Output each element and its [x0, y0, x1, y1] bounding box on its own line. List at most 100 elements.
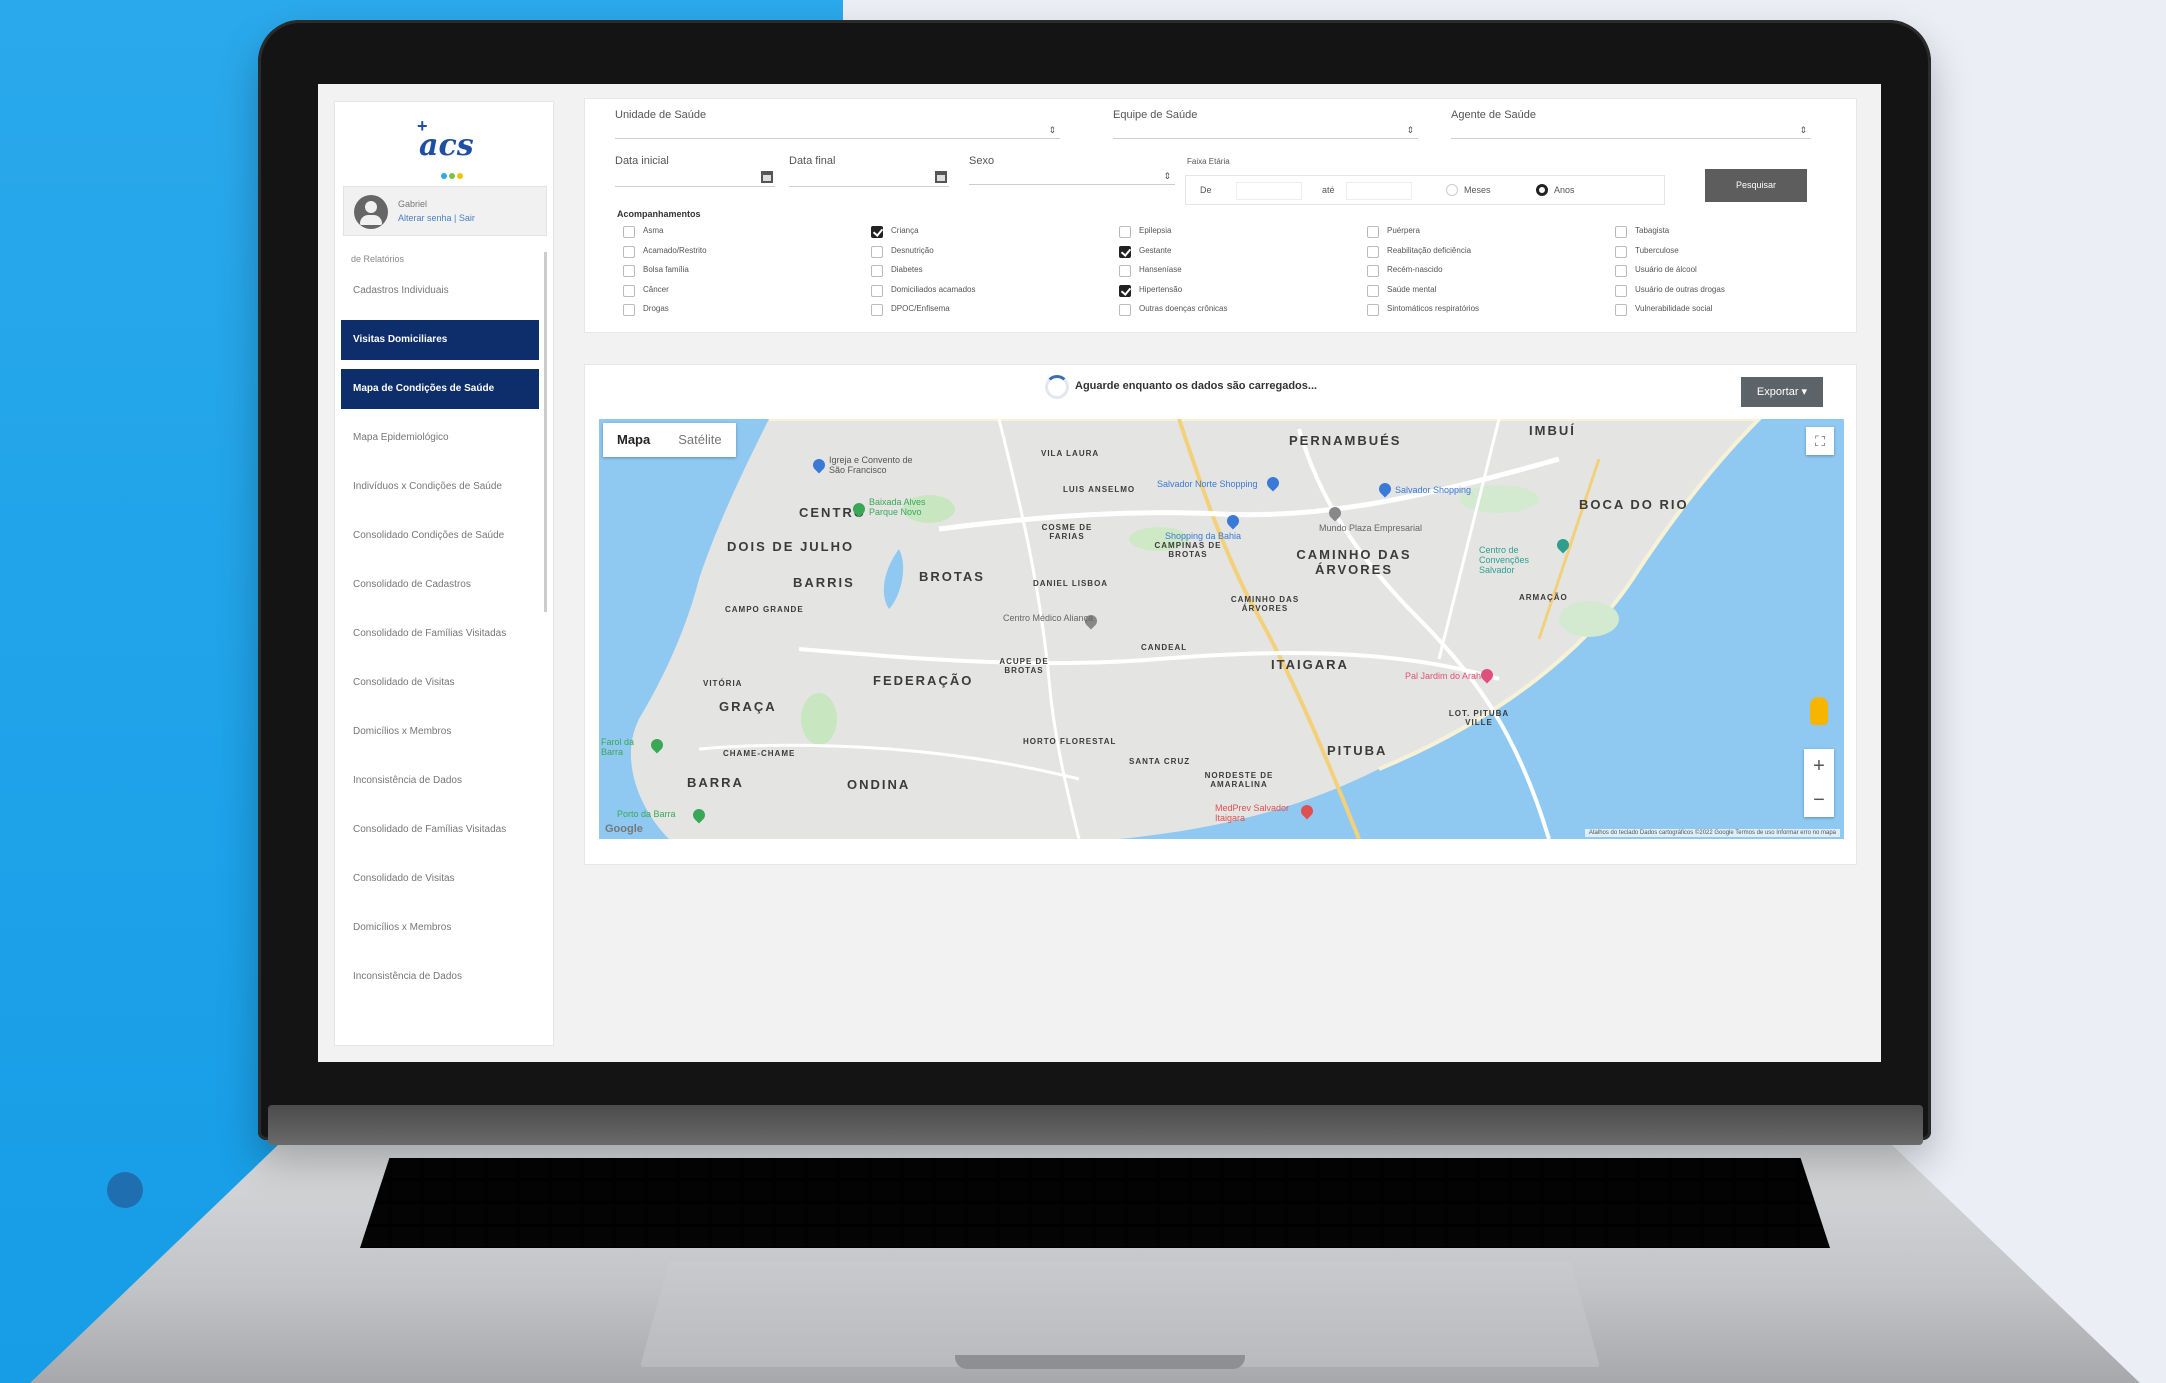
sidebar-scrollbar[interactable]: [544, 252, 547, 612]
acompanhamento-option[interactable]: DPOC/Enfisema: [871, 301, 1111, 321]
acompanhamento-option[interactable]: Diabetes: [871, 262, 1111, 282]
data-final-field[interactable]: [789, 169, 949, 187]
checkbox[interactable]: [1119, 284, 1131, 297]
checkbox[interactable]: [1615, 284, 1627, 297]
checkbox[interactable]: [1367, 265, 1379, 277]
acompanhamento-option[interactable]: Outras doenças crônicas: [1119, 301, 1359, 321]
acompanhamento-option[interactable]: Puérpera: [1367, 223, 1607, 243]
checkbox[interactable]: [871, 284, 883, 297]
acompanhamento-option[interactable]: Criança: [871, 223, 1111, 243]
map-attribution[interactable]: Atalhos do teclado Dados cartográficos ©…: [1584, 829, 1840, 837]
poi-mundo-plaza[interactable]: Mundo Plaza Empresarial: [1319, 523, 1422, 533]
poi-porto-da-barra[interactable]: Porto da Barra: [617, 809, 676, 819]
acompanhamento-option[interactable]: Bolsa família: [623, 262, 863, 282]
agente-select[interactable]: ⇕: [1451, 123, 1811, 139]
checkbox[interactable]: [623, 304, 635, 316]
sidebar-item[interactable]: Mapa Epidemiológico: [341, 418, 539, 458]
data-inicial-field[interactable]: [615, 169, 775, 187]
sidebar-item[interactable]: Inconsistência de Dados: [341, 957, 539, 997]
faixa-ate-input[interactable]: [1346, 182, 1412, 200]
poi-centro-convencoes[interactable]: Centro de Convenções Salvador: [1479, 545, 1559, 575]
poi-salvador-shopping[interactable]: Salvador Shopping: [1395, 485, 1471, 495]
checkbox[interactable]: [1615, 226, 1627, 238]
poi-igreja-sao-francisco[interactable]: Igreja e Convento de São Francisco: [829, 455, 929, 475]
poi-medprev[interactable]: MedPrev Salvador Itaigara: [1215, 803, 1305, 823]
checkbox[interactable]: [1367, 226, 1379, 238]
checkbox[interactable]: [871, 245, 883, 258]
anos-radio[interactable]: [1536, 184, 1548, 196]
acompanhamento-option[interactable]: Recém-nascido: [1367, 262, 1607, 282]
map-view[interactable]: Mapa Satélite PERNAMBUÉS IMBUÍ BOCA DO R…: [599, 419, 1844, 839]
sidebar-item[interactable]: Consolidado de Visitas: [341, 663, 539, 703]
checkbox[interactable]: [623, 284, 635, 297]
sidebar-item[interactable]: Cadastros Individuais: [341, 271, 539, 311]
calendar-icon[interactable]: [761, 171, 773, 183]
street-view-pegman-icon[interactable]: [1810, 697, 1828, 725]
checkbox[interactable]: [1119, 304, 1131, 316]
sidebar-item[interactable]: Consolidado de Famílias Visitadas: [341, 810, 539, 850]
acompanhamento-option[interactable]: Hipertensão: [1119, 282, 1359, 302]
acompanhamento-option[interactable]: Hanseníase: [1119, 262, 1359, 282]
acompanhamento-option[interactable]: Domiciliados acamados: [871, 282, 1111, 302]
sidebar-item[interactable]: Consolidado de Famílias Visitadas: [341, 614, 539, 654]
map-type-satelite[interactable]: Satélite: [664, 423, 735, 457]
checkbox[interactable]: [623, 265, 635, 277]
checkbox[interactable]: [1615, 265, 1627, 277]
acompanhamento-option[interactable]: Gestante: [1119, 243, 1359, 263]
poi-centro-medico[interactable]: Centro Médico Aliança: [1003, 613, 1093, 623]
acompanhamento-option[interactable]: Vulnerabilidade social: [1615, 301, 1855, 321]
sidebar-item-cut[interactable]: de Relatórios: [335, 252, 545, 262]
calendar-icon[interactable]: [935, 171, 947, 183]
sidebar-item[interactable]: Domicílios x Membros: [341, 712, 539, 752]
unidade-select[interactable]: ⇕: [615, 123, 1060, 139]
sidebar-item[interactable]: Domicílios x Membros: [341, 908, 539, 948]
checkbox[interactable]: [623, 226, 635, 238]
acompanhamento-option[interactable]: Tabagista: [1615, 223, 1855, 243]
acompanhamento-option[interactable]: Drogas: [623, 301, 863, 321]
checkbox[interactable]: [1615, 304, 1627, 316]
sidebar-item[interactable]: Consolidado de Cadastros: [341, 565, 539, 605]
checkbox[interactable]: [1367, 245, 1379, 258]
faixa-de-input[interactable]: [1236, 182, 1302, 200]
acompanhamento-option[interactable]: Epilepsia: [1119, 223, 1359, 243]
checkbox[interactable]: [871, 265, 883, 277]
checkbox[interactable]: [871, 226, 883, 238]
acompanhamento-option[interactable]: Desnutrição: [871, 243, 1111, 263]
acompanhamento-option[interactable]: Sintomáticos respiratórios: [1367, 301, 1607, 321]
sidebar-item[interactable]: Inconsistência de Dados: [341, 761, 539, 801]
checkbox[interactable]: [1615, 245, 1627, 258]
acompanhamento-option[interactable]: Reabilitação deficiência: [1367, 243, 1607, 263]
poi-salvador-norte[interactable]: Salvador Norte Shopping: [1157, 479, 1258, 489]
checkbox[interactable]: [1119, 265, 1131, 277]
checkbox[interactable]: [623, 245, 635, 258]
sidebar-item[interactable]: Visitas Domiciliares: [341, 320, 539, 360]
user-account-links[interactable]: Alterar senha | Sair: [398, 213, 475, 223]
checkbox[interactable]: [1119, 226, 1131, 238]
acompanhamento-option[interactable]: Asma: [623, 223, 863, 243]
acompanhamento-option[interactable]: Tuberculose: [1615, 243, 1855, 263]
poi-jardim-arah[interactable]: Pal Jardim do Arah: [1405, 671, 1481, 681]
sexo-select[interactable]: ⇕: [969, 169, 1175, 185]
acompanhamento-option[interactable]: Acamado/Restrito: [623, 243, 863, 263]
equipe-select[interactable]: ⇕: [1113, 123, 1418, 139]
poi-shopping-da-bahia[interactable]: Shopping da Bahia: [1165, 531, 1241, 541]
acompanhamento-option[interactable]: Câncer: [623, 282, 863, 302]
sidebar-item[interactable]: Consolidado de Visitas: [341, 859, 539, 899]
zoom-out-button[interactable]: −: [1804, 783, 1834, 817]
poi-baixada-alves[interactable]: Baixada Alves Parque Novo: [869, 497, 949, 517]
checkbox[interactable]: [871, 304, 883, 316]
sidebar-item[interactable]: Mapa de Condições de Saúde: [341, 369, 539, 409]
map-type-mapa[interactable]: Mapa: [603, 423, 664, 457]
exportar-button[interactable]: Exportar ▾: [1741, 377, 1823, 407]
poi-farol-da-barra[interactable]: Farol da Barra: [601, 737, 651, 757]
fullscreen-icon[interactable]: ⛶: [1806, 427, 1834, 455]
sidebar-item[interactable]: Consolidado Condições de Saúde: [341, 516, 539, 556]
acompanhamento-option[interactable]: Usuário de álcool: [1615, 262, 1855, 282]
sidebar-item[interactable]: Indivíduos x Condições de Saúde: [341, 467, 539, 507]
zoom-in-button[interactable]: +: [1804, 749, 1834, 783]
app-logo[interactable]: + acs: [415, 116, 485, 179]
checkbox[interactable]: [1367, 284, 1379, 297]
acompanhamento-option[interactable]: Usuário de outras drogas: [1615, 282, 1855, 302]
checkbox[interactable]: [1119, 245, 1131, 258]
meses-radio[interactable]: [1446, 184, 1458, 196]
